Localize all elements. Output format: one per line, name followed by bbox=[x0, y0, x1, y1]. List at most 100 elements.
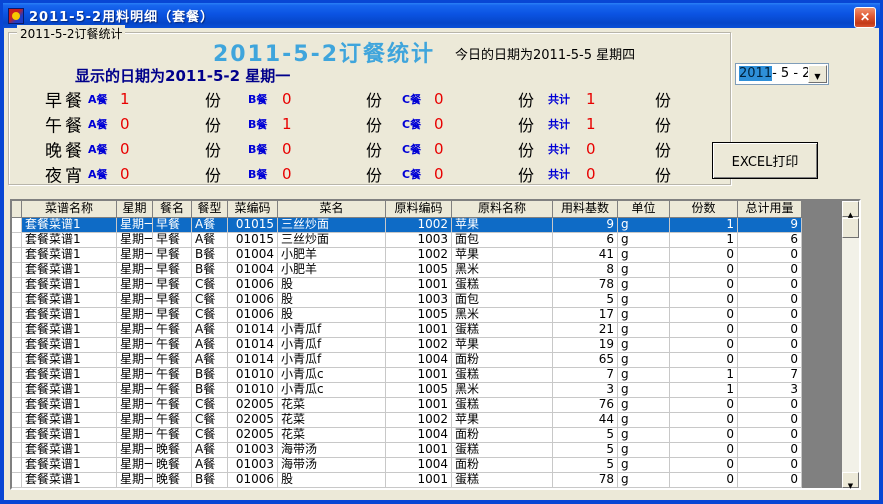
table-cell: 小青瓜c bbox=[278, 383, 386, 398]
table-cell: 海带汤 bbox=[278, 443, 386, 458]
table-row[interactable]: 套餐菜谱1星期一午餐C餐02005花菜1004面粉5g00 bbox=[12, 428, 802, 443]
close-button[interactable]: ✕ bbox=[854, 7, 876, 28]
table-cell: 套餐菜谱1 bbox=[22, 338, 117, 353]
table-cell: 午餐 bbox=[153, 323, 192, 338]
record-selector-cell bbox=[12, 218, 22, 233]
table-cell: A餐 bbox=[192, 323, 228, 338]
arrow-down-icon: ▼ bbox=[848, 482, 853, 490]
table-row[interactable]: 套餐菜谱1星期一早餐B餐01004小肥羊1005黑米8g00 bbox=[12, 263, 802, 278]
table-cell: 0 bbox=[738, 323, 802, 338]
table-row[interactable]: 套餐菜谱1星期一午餐C餐02005花菜1001蛋糕76g00 bbox=[12, 398, 802, 413]
table-cell: 早餐 bbox=[153, 248, 192, 263]
table-cell: 小青瓜f bbox=[278, 323, 386, 338]
close-icon: ✕ bbox=[860, 10, 870, 24]
table-cell: 01006 bbox=[228, 293, 278, 308]
table-cell: 午餐 bbox=[153, 383, 192, 398]
table-cell: 股 bbox=[278, 473, 386, 488]
table-cell: 6 bbox=[738, 233, 802, 248]
table-cell: 0 bbox=[738, 248, 802, 263]
table-row[interactable]: 套餐菜谱1星期一午餐A餐01014小青瓜f1001蛋糕21g00 bbox=[12, 323, 802, 338]
table-cell: 午餐 bbox=[153, 398, 192, 413]
table-cell: 02005 bbox=[228, 398, 278, 413]
table-row[interactable]: 套餐菜谱1星期一午餐A餐01014小青瓜f1002苹果19g00 bbox=[12, 338, 802, 353]
grid-header-cell: 菜谱名称 bbox=[22, 201, 117, 218]
table-cell: 午餐 bbox=[153, 338, 192, 353]
table-cell: 0 bbox=[738, 263, 802, 278]
table-cell: 蛋糕 bbox=[452, 443, 553, 458]
table-cell: 01014 bbox=[228, 338, 278, 353]
table-cell: 0 bbox=[670, 263, 738, 278]
unit-label: 份 bbox=[205, 112, 221, 136]
table-row[interactable]: 套餐菜谱1星期一早餐B餐01004小肥羊1002苹果41g00 bbox=[12, 248, 802, 263]
table-cell: g bbox=[618, 398, 670, 413]
table-cell: 海带汤 bbox=[278, 458, 386, 473]
table-cell: 套餐菜谱1 bbox=[22, 383, 117, 398]
grid-header-cell: 原料名称 bbox=[452, 201, 553, 218]
table-cell: 套餐菜谱1 bbox=[22, 398, 117, 413]
table-cell: 0 bbox=[738, 398, 802, 413]
table-row[interactable]: 套餐菜谱1星期一午餐C餐02005花菜1002苹果44g00 bbox=[12, 413, 802, 428]
table-cell: 花菜 bbox=[278, 413, 386, 428]
table-cell: 1001 bbox=[386, 443, 452, 458]
table-row[interactable]: 套餐菜谱1星期一早餐C餐01006股1001蛋糕78g00 bbox=[12, 278, 802, 293]
table-row[interactable]: 套餐菜谱1星期一早餐C餐01006股1003面包5g00 bbox=[12, 293, 802, 308]
record-selector-cell bbox=[12, 293, 22, 308]
table-cell: 早餐 bbox=[153, 293, 192, 308]
table-cell: 晚餐 bbox=[153, 458, 192, 473]
meal-type-label: C餐 bbox=[402, 166, 421, 182]
table-cell: 套餐菜谱1 bbox=[22, 353, 117, 368]
table-cell: 面粉 bbox=[452, 353, 553, 368]
table-cell: 0 bbox=[738, 413, 802, 428]
scrollbar-thumb[interactable] bbox=[842, 218, 859, 238]
table-cell: g bbox=[618, 413, 670, 428]
table-row[interactable]: 套餐菜谱1星期一晚餐B餐01006股1001蛋糕78g00 bbox=[12, 473, 802, 488]
table-row[interactable]: 套餐菜谱1星期一早餐A餐01015三丝炒面1002苹果9g19 bbox=[12, 218, 802, 233]
table-cell: 0 bbox=[670, 248, 738, 263]
table-row[interactable]: 套餐菜谱1星期一午餐B餐01010小青瓜c1001蛋糕7g17 bbox=[12, 368, 802, 383]
table-row[interactable]: 套餐菜谱1星期一午餐A餐01014小青瓜f1004面粉65g00 bbox=[12, 353, 802, 368]
excel-print-button[interactable]: EXCEL打印 bbox=[712, 142, 818, 179]
vertical-scrollbar[interactable]: ▲ ▼ bbox=[842, 201, 859, 488]
table-cell: 星期一 bbox=[117, 338, 153, 353]
title-bar: 2011-5-2用料明细（套餐） ✕ bbox=[3, 3, 880, 28]
table-cell: 套餐菜谱1 bbox=[22, 263, 117, 278]
meal-count-value: 0 bbox=[434, 165, 444, 183]
table-cell: 0 bbox=[738, 278, 802, 293]
table-row[interactable]: 套餐菜谱1星期一晚餐A餐01003海带汤1001蛋糕5g00 bbox=[12, 443, 802, 458]
table-cell: 小青瓜f bbox=[278, 338, 386, 353]
table-cell: 01014 bbox=[228, 323, 278, 338]
scroll-down-button[interactable]: ▼ bbox=[842, 472, 859, 488]
table-row[interactable]: 套餐菜谱1星期一晚餐A餐01003海带汤1004面粉5g00 bbox=[12, 458, 802, 473]
table-cell: 1 bbox=[670, 383, 738, 398]
table-cell: 套餐菜谱1 bbox=[22, 278, 117, 293]
table-cell: 78 bbox=[553, 278, 618, 293]
table-cell: 1005 bbox=[386, 263, 452, 278]
table-cell: 套餐菜谱1 bbox=[22, 233, 117, 248]
table-cell: 0 bbox=[738, 353, 802, 368]
table-cell: 套餐菜谱1 bbox=[22, 323, 117, 338]
table-cell: 星期一 bbox=[117, 353, 153, 368]
table-cell: A餐 bbox=[192, 338, 228, 353]
table-row[interactable]: 套餐菜谱1星期一早餐C餐01006股1005黑米17g00 bbox=[12, 308, 802, 323]
table-cell: 0 bbox=[738, 443, 802, 458]
scroll-up-button[interactable]: ▲ bbox=[842, 201, 859, 217]
meal-stats-row: 夜宵A餐0份B餐0份C餐0份共计0份 bbox=[4, 161, 731, 186]
date-combobox[interactable]: 2011- 5 - 2 ▼ bbox=[735, 63, 829, 85]
combobox-dropdown-button[interactable]: ▼ bbox=[808, 65, 827, 83]
table-cell: 星期一 bbox=[117, 308, 153, 323]
table-row[interactable]: 套餐菜谱1星期一午餐B餐01010小青瓜c1005黑米3g13 bbox=[12, 383, 802, 398]
table-cell: 5 bbox=[553, 458, 618, 473]
total-count-value: 0 bbox=[586, 165, 596, 183]
table-cell: 黑米 bbox=[452, 263, 553, 278]
table-cell: 1005 bbox=[386, 383, 452, 398]
table-cell: 套餐菜谱1 bbox=[22, 368, 117, 383]
app-icon bbox=[8, 8, 24, 24]
table-cell: 8 bbox=[553, 263, 618, 278]
table-cell: 面粉 bbox=[452, 458, 553, 473]
table-cell: C餐 bbox=[192, 428, 228, 443]
table-row[interactable]: 套餐菜谱1星期一早餐A餐01015三丝炒面1003面包6g16 bbox=[12, 233, 802, 248]
table-cell: 星期一 bbox=[117, 473, 153, 488]
table-cell: 早餐 bbox=[153, 218, 192, 233]
combobox-selected-text: 2011 bbox=[739, 66, 772, 81]
table-cell: 套餐菜谱1 bbox=[22, 218, 117, 233]
